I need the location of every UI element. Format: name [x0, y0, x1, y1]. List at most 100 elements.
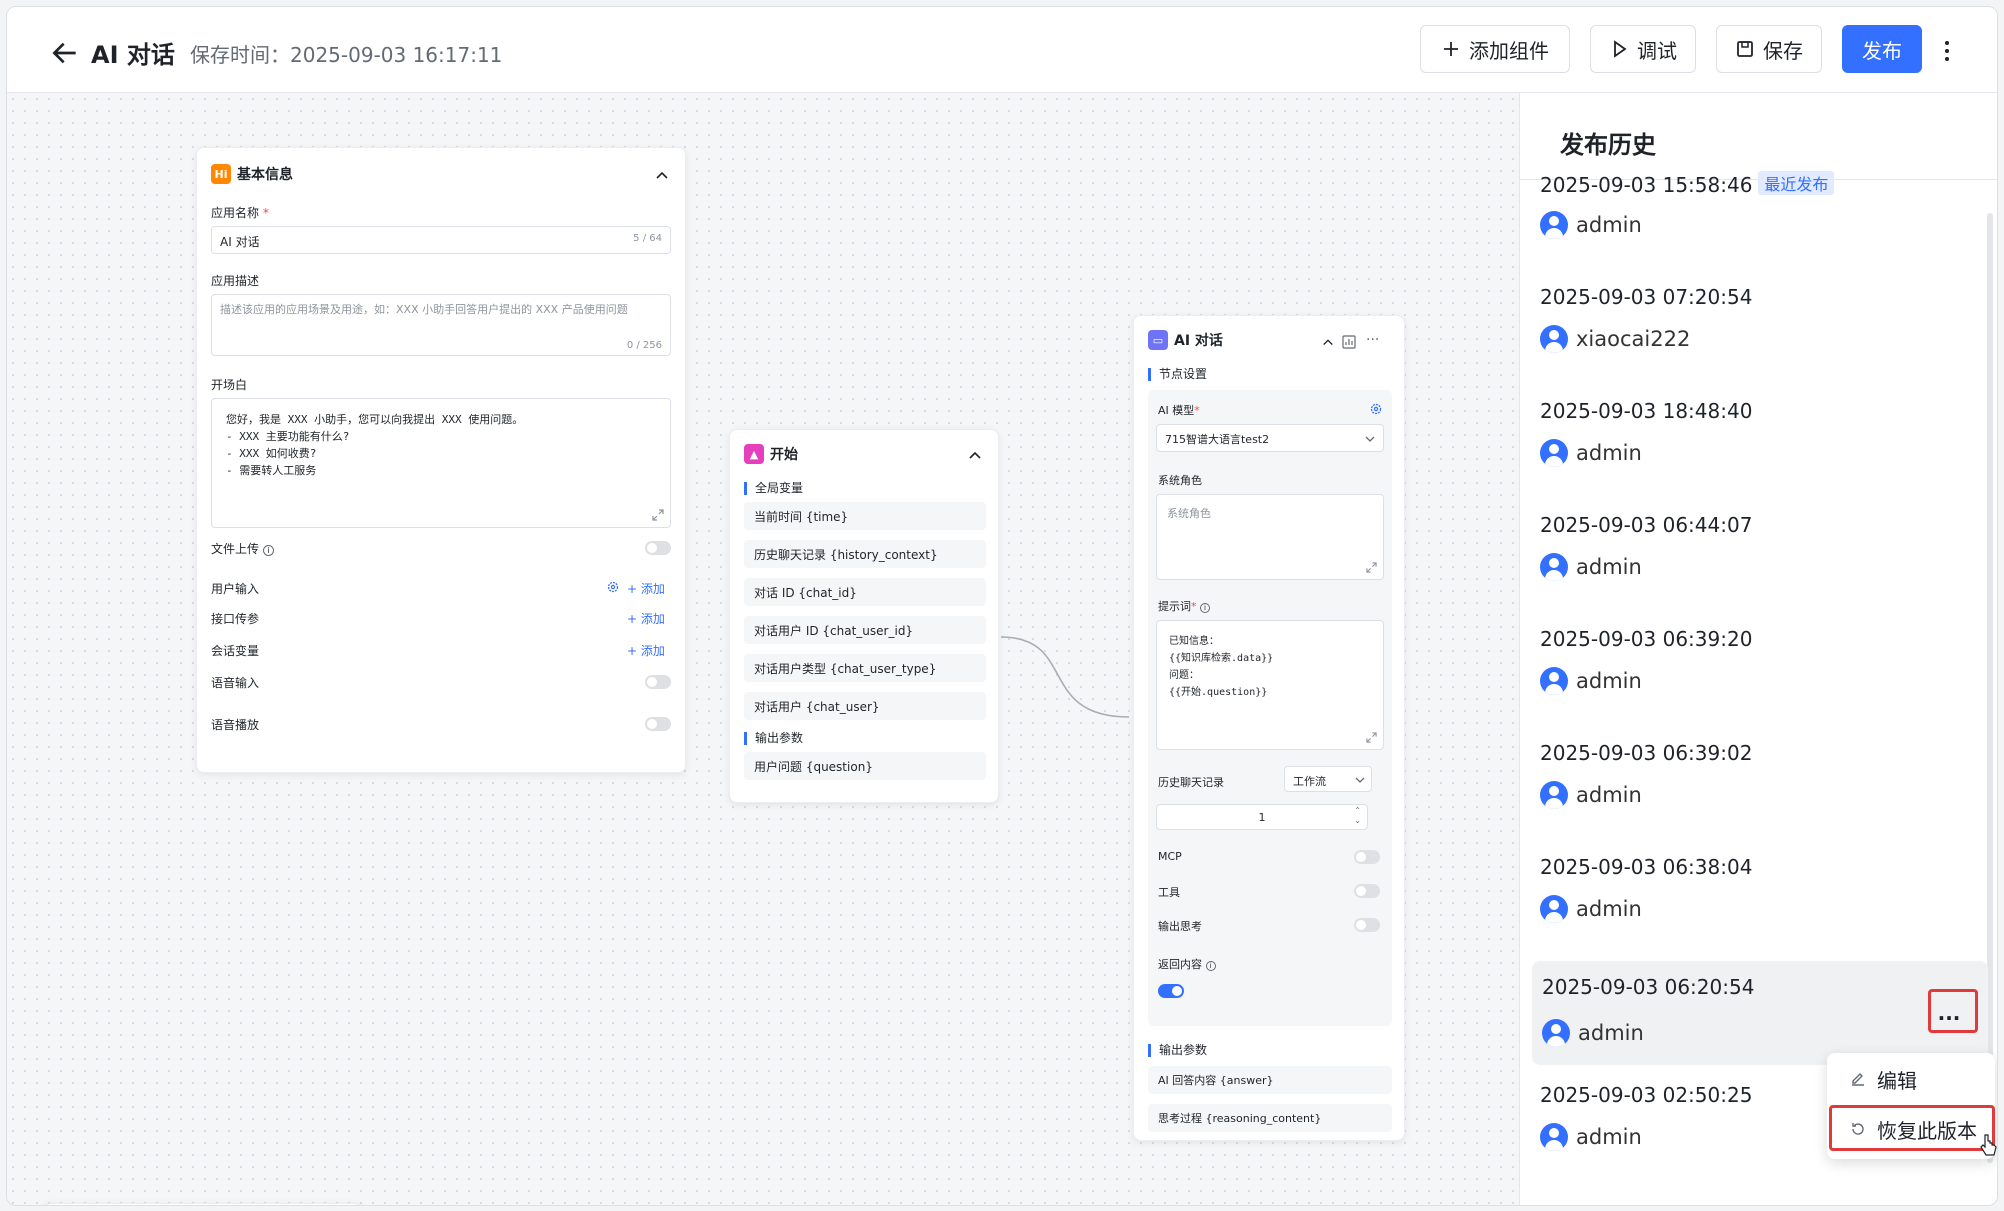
expand-icon[interactable]	[652, 509, 664, 521]
history-user: admin	[1576, 441, 1642, 465]
start-output-title: 输出参数	[744, 732, 803, 745]
desc-label: 应用描述	[211, 274, 260, 288]
user-avatar-icon	[1540, 781, 1568, 809]
app-name-value: AI 对话	[220, 235, 260, 249]
mcp-toggle[interactable]	[1354, 850, 1380, 864]
info-icon: i	[1205, 961, 1216, 971]
publish-button[interactable]: 发布	[1842, 25, 1922, 73]
prompt-textarea[interactable]: 已知信息： {{知识库检索.data}} 问题： {{开始.question}}	[1156, 620, 1384, 750]
hi-logo-icon: Hi	[211, 164, 231, 184]
history-time: 2025-09-03 06:39:20	[1540, 627, 1753, 651]
history-label: 历史聊天记录	[1158, 776, 1224, 789]
voice-play-toggle[interactable]	[645, 717, 671, 731]
model-value: 715智谱大语言test2	[1165, 433, 1270, 446]
node-settings-title: 节点设置	[1148, 368, 1207, 381]
gear-icon[interactable]	[1370, 403, 1382, 415]
back-arrow-icon[interactable]	[49, 37, 81, 69]
history-item[interactable]: 2025-09-03 06:39:20 admin	[1540, 627, 1996, 731]
opening-line: - XXX 主要功能有什么?	[226, 430, 350, 443]
history-time: 2025-09-03 06:38:04	[1540, 855, 1753, 879]
return-content-toggle[interactable]	[1158, 984, 1184, 998]
user-avatar-icon	[1542, 1019, 1570, 1047]
session-vars-add-button[interactable]: + 添加	[627, 642, 665, 659]
gear-icon[interactable]	[607, 581, 619, 593]
opening-line: 您好，我是 XXX 小助手，您可以向我提出 XXX 使用问题。	[226, 413, 524, 426]
user-input-add-button[interactable]: + 添加	[627, 580, 665, 597]
history-item[interactable]: 2025-09-03 15:58:46 最近发布 admin	[1540, 171, 1996, 275]
history-mode-value: 工作流	[1293, 775, 1326, 788]
page-title: AI 对话	[91, 41, 175, 69]
add-component-button[interactable]: 添加组件	[1420, 25, 1570, 73]
tools-toggle[interactable]	[1354, 884, 1380, 898]
global-vars-title: 全局变量	[744, 482, 803, 495]
highlight-restore-item	[1829, 1105, 1995, 1151]
chevron-up-icon[interactable]	[655, 168, 669, 182]
var-item: 当前时间 {time}	[744, 502, 986, 530]
output-thinking-toggle[interactable]	[1354, 918, 1380, 932]
model-select[interactable]: 715智谱大语言test2	[1156, 424, 1384, 452]
history-count-stepper[interactable]: 1 ⌃ ⌄	[1156, 804, 1368, 830]
save-button[interactable]: 保存	[1716, 25, 1822, 73]
debug-button[interactable]: 调试	[1590, 25, 1696, 73]
desc-count: 0 / 256	[626, 340, 662, 351]
ai-node-title: AI 对话	[1174, 333, 1223, 349]
history-user: admin	[1576, 897, 1642, 921]
history-time: 2025-09-03 15:58:46	[1540, 173, 1753, 197]
start-title: 开始	[770, 447, 798, 463]
ai-chat-node[interactable]: ▭ AI 对话 ··· 节点设置 AI 模型* 715智谱大语言test2 系统…	[1133, 315, 1405, 1141]
history-user: admin	[1576, 555, 1642, 579]
user-avatar-icon	[1540, 439, 1568, 467]
history-count-value: 1	[1258, 811, 1266, 824]
app-name-label: 应用名称	[211, 206, 260, 220]
history-user: admin	[1578, 1021, 1644, 1045]
history-item[interactable]: 2025-09-03 06:39:02 admin	[1540, 741, 1996, 845]
history-mode-select[interactable]: 工作流	[1284, 766, 1372, 792]
app-name-input[interactable]: AI 对话 5 / 64	[211, 226, 671, 254]
output-item: 思考过程 {reasoning_content}	[1148, 1104, 1392, 1132]
output-thinking-label: 输出思考	[1158, 920, 1202, 933]
expand-icon[interactable]	[1366, 562, 1377, 573]
more-horizontal-icon[interactable]: ···	[1366, 332, 1379, 348]
stepper-arrows-icon[interactable]: ⌃ ⌄	[1354, 806, 1361, 826]
session-vars-label: 会话变量	[211, 644, 260, 658]
edge-connector	[1000, 636, 1130, 718]
expand-icon[interactable]	[1366, 732, 1377, 743]
history-user: admin	[1576, 1125, 1642, 1149]
system-role-textarea[interactable]: 系统角色	[1156, 494, 1384, 580]
opening-label: 开场白	[211, 378, 248, 392]
start-node[interactable]: ▲ 开始 全局变量 当前时间 {time} 历史聊天记录 {history_co…	[729, 429, 999, 803]
info-icon: i	[262, 545, 274, 556]
highlight-more-button	[1928, 989, 1978, 1033]
chart-icon[interactable]	[1342, 335, 1356, 349]
workflow-canvas[interactable]: Hi 基本信息 应用名称 * AI 对话 5 / 64 应用描述 描述该应用的应…	[7, 93, 1519, 1205]
return-content-label: 返回内容	[1158, 958, 1202, 971]
more-vertical-icon[interactable]	[1935, 35, 1959, 67]
history-item[interactable]: 2025-09-03 06:38:04 admin	[1540, 855, 1996, 959]
add-label: 添加	[640, 612, 665, 626]
chevron-up-icon[interactable]	[1322, 336, 1334, 348]
menu-item-edit[interactable]: 编辑	[1837, 1059, 1985, 1099]
header: AI 对话 保存时间：2025-09-03 16:17:11 添加组件 调试 保…	[7, 7, 1997, 93]
history-item[interactable]: 2025-09-03 07:20:54 xiaocai222	[1540, 285, 1996, 389]
user-avatar-icon	[1540, 1123, 1568, 1151]
history-item[interactable]: 2025-09-03 18:48:40 admin	[1540, 399, 1996, 503]
history-time: 2025-09-03 02:50:25	[1540, 1083, 1753, 1107]
plus-icon	[1444, 42, 1458, 56]
api-params-add-button[interactable]: + 添加	[627, 610, 665, 627]
opening-textarea[interactable]: 您好，我是 XXX 小助手，您可以向我提出 XXX 使用问题。 - XXX 主要…	[211, 398, 671, 528]
history-item-hovered[interactable]: 2025-09-03 06:20:54 admin ···	[1532, 961, 1988, 1065]
basic-info-node[interactable]: Hi 基本信息 应用名称 * AI 对话 5 / 64 应用描述 描述该应用的应…	[196, 147, 686, 773]
file-upload-toggle[interactable]	[645, 541, 671, 555]
desc-textarea[interactable]: 描述该应用的应用场景及用途，如：XXX 小助手回答用户提出的 XXX 产品使用问…	[211, 294, 671, 356]
chevron-up-icon[interactable]	[968, 448, 982, 462]
user-input-label: 用户输入	[211, 582, 260, 596]
menu-edit-label: 编辑	[1877, 1068, 1917, 1093]
voice-input-label: 语音输入	[211, 676, 260, 690]
history-item[interactable]: 2025-09-03 06:44:07 admin	[1540, 513, 1996, 617]
output-item: AI 回答内容 {answer}	[1148, 1066, 1392, 1094]
history-user: admin	[1576, 669, 1642, 693]
app-window: AI 对话 保存时间：2025-09-03 16:17:11 添加组件 调试 保…	[6, 6, 1998, 1206]
opening-line: - 需要转人工服务	[226, 464, 317, 477]
voice-input-toggle[interactable]	[645, 675, 671, 689]
ai-output-title: 输出参数	[1148, 1044, 1207, 1057]
